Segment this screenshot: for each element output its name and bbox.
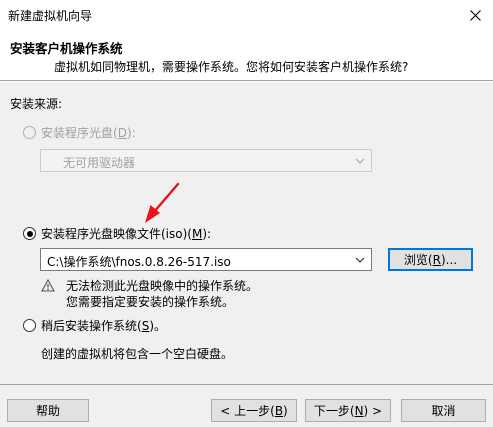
later-radio-label: 稍后安装操作系统(S)。 <box>41 319 166 333</box>
later-radio[interactable] <box>23 319 36 332</box>
iso-radio[interactable] <box>23 227 36 240</box>
later-description: 创建的虚拟机将包含一个空白硬盘。 <box>41 347 234 361</box>
disc-radio-label: 安装程序光盘(D): <box>41 126 136 140</box>
chevron-down-icon <box>355 158 365 164</box>
install-source-label: 安装来源: <box>10 97 63 111</box>
iso-path-input[interactable]: C:\操作系统\fnos.0.8.26-517.iso <box>40 248 372 271</box>
page-title: 安装客户机操作系统 <box>10 41 123 56</box>
browse-button[interactable]: 浏览(R)... <box>388 248 473 271</box>
warning-line-2: 您需要指定要安装的操作系统。 <box>66 295 235 309</box>
back-button[interactable]: < 上一步(B) <box>211 399 297 422</box>
cancel-button[interactable]: 取消 <box>401 399 486 422</box>
warning-line-1: 无法检测此光盘映像中的操作系统。 <box>66 279 259 293</box>
window-title: 新建虚拟机向导 <box>8 9 93 23</box>
title-bar: 新建虚拟机向导 <box>0 0 493 30</box>
page-subtitle: 虚拟机如同物理机，需要操作系统。您将如何安装客户机操作系统? <box>54 60 409 74</box>
close-icon <box>469 9 481 21</box>
wizard-footer: 帮助 < 上一步(B) 下一步(N) > 取消 <box>0 385 493 427</box>
wizard-body: 安装来源: 安装程序光盘(D): 无可用驱动器 安装程序光盘映像文件(iso)(… <box>0 82 493 384</box>
close-button[interactable] <box>457 0 493 30</box>
warning-icon <box>41 279 55 292</box>
help-button[interactable]: 帮助 <box>7 399 89 422</box>
disc-radio[interactable] <box>23 126 36 139</box>
browse-button-label: 浏览(R)... <box>403 253 458 267</box>
chevron-down-icon <box>355 257 365 263</box>
disc-drive-select[interactable]: 无可用驱动器 <box>40 149 372 172</box>
iso-path-value: C:\操作系统\fnos.0.8.26-517.iso <box>47 255 231 269</box>
next-button[interactable]: 下一步(N) > <box>305 399 391 422</box>
iso-radio-label: 安装程序光盘映像文件(iso)(M): <box>41 227 212 241</box>
wizard-header: 安装客户机操作系统 虚拟机如同物理机，需要操作系统。您将如何安装客户机操作系统? <box>0 30 493 80</box>
disc-drive-value: 无可用驱动器 <box>63 156 136 170</box>
